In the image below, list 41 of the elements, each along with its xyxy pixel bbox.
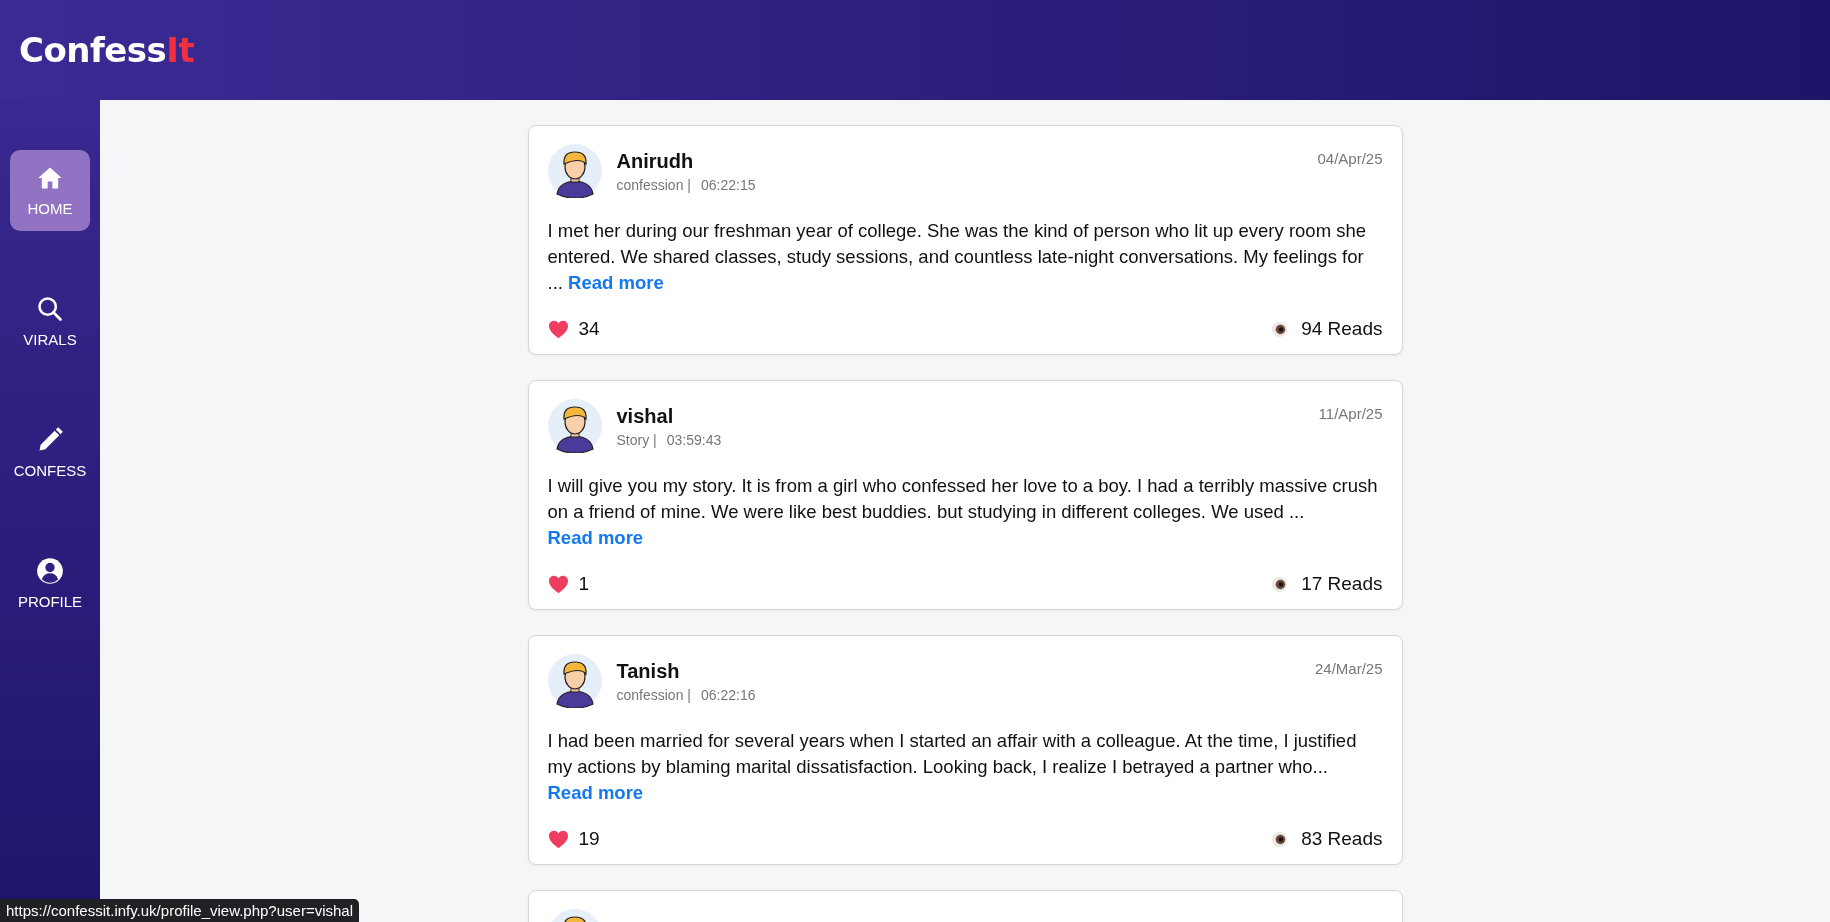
post-category: confession | — [616, 177, 691, 193]
avatar-icon — [547, 144, 602, 198]
nav-item[interactable]: PROFILE — [10, 543, 90, 624]
post-excerpt: I had been married for several years when I started an affair with a colleague. At the time, I justified my actions by blaming marital dissatisfaction. Looking back, I realize I betrayed a partner who... Read more — [547, 729, 1358, 805]
post-category: confession | — [616, 687, 691, 703]
read-count: 17 Reads — [1301, 573, 1383, 595]
nav-item[interactable]: CONFESS — [10, 412, 90, 493]
read-more-link[interactable]: Read more — [568, 272, 664, 293]
eye-icon — [1270, 829, 1290, 849]
eye-icon — [1270, 319, 1290, 339]
post-date: 04/Apr/25 — [1317, 149, 1383, 167]
nav-item[interactable]: VIRALS — [10, 281, 90, 362]
read-more-link[interactable]: Read more — [547, 782, 644, 803]
heart-icon[interactable] — [547, 829, 569, 849]
post-time: 06:22:16 — [700, 687, 756, 703]
like-count: 1 — [578, 573, 590, 595]
post-time: 06:22:15 — [700, 177, 756, 193]
author-name[interactable]: Tanish — [616, 660, 1300, 683]
like-count: 19 — [578, 828, 600, 850]
avatar-icon — [547, 654, 602, 708]
search-icon — [36, 295, 64, 323]
post-category: Story | — [616, 432, 657, 448]
post-excerpt: I met her during our freshman year of college. She was the kind of person who lit up every room she entered. We shared classes, study sessions, and countless late-night conversations. My feelings for ... Read more — [547, 219, 1368, 295]
avatar-icon — [547, 399, 602, 453]
like-count: 34 — [578, 318, 600, 340]
heart-icon[interactable] — [547, 319, 569, 339]
read-count: 94 Reads — [1301, 318, 1383, 340]
logo[interactable]: ConfessIt — [19, 30, 195, 70]
author-name[interactable]: vishal — [616, 405, 1304, 428]
author-name[interactable]: Anirudh — [616, 150, 1303, 173]
post-date: 24/Mar/25 — [1314, 659, 1383, 677]
read-more-link[interactable]: Read more — [547, 527, 644, 548]
heart-icon[interactable] — [547, 574, 569, 594]
post-date: 11/Apr/25 — [1318, 404, 1383, 422]
nav-item[interactable]: HOME — [10, 150, 90, 231]
post-excerpt: I will give you my story. It is from a girl who confessed her love to a boy. I had a terribly massive crush on a friend of mine. We were like best buddies. but studying in different colleges. We used ... Read more — [547, 474, 1379, 550]
post-time: 03:59:43 — [666, 432, 722, 448]
user-icon — [36, 557, 64, 585]
link-url-tooltip: https://confessit.infy.uk/profile_view.php?user=vishal — [0, 899, 359, 922]
read-count: 83 Reads — [1301, 828, 1383, 850]
eye-icon — [1270, 574, 1290, 594]
